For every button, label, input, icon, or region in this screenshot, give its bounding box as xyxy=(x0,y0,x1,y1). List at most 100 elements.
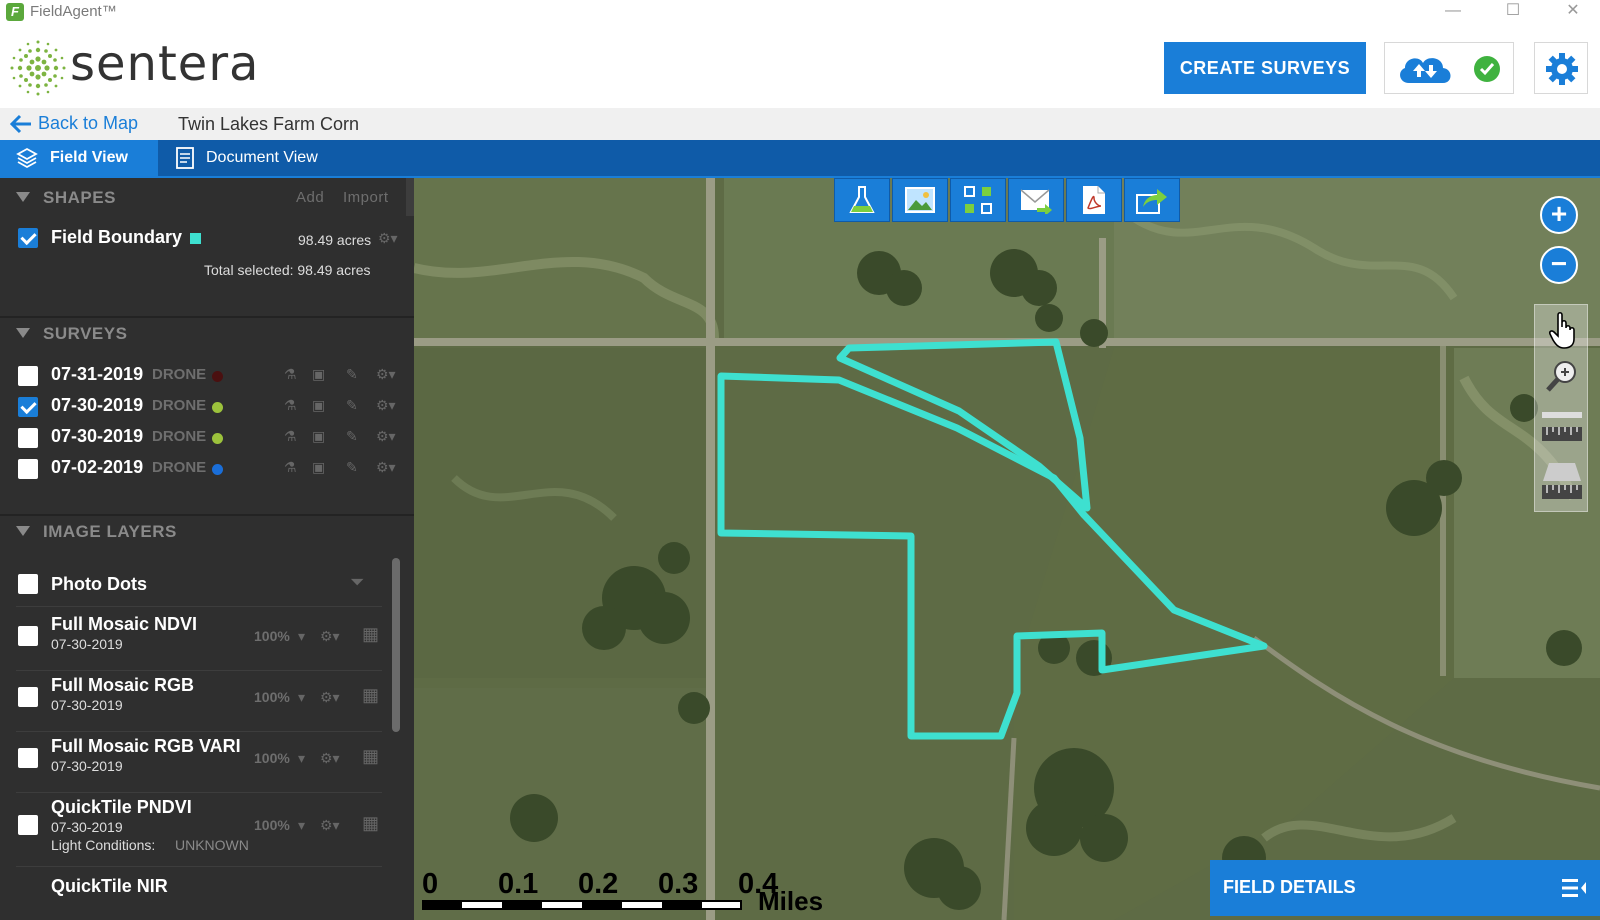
analysis-tool-button[interactable] xyxy=(834,178,890,222)
flask-icon[interactable]: ⚗ xyxy=(284,428,297,445)
survey-checkbox[interactable] xyxy=(18,397,38,417)
tab-document-view[interactable]: Document View xyxy=(176,140,346,176)
field-title: Twin Lakes Farm Corn xyxy=(178,114,360,134)
layer-gear-icon[interactable]: ⚙▾ xyxy=(320,817,340,834)
scale-ruler xyxy=(422,900,742,910)
image-icon[interactable]: ▣ xyxy=(312,366,325,383)
collapse-triangle-icon[interactable] xyxy=(16,526,30,536)
survey-gear-icon[interactable]: ⚙▾ xyxy=(376,397,396,414)
image-icon[interactable]: ▣ xyxy=(312,459,325,476)
shapes-import-button[interactable]: Import xyxy=(343,189,389,206)
survey-checkbox[interactable] xyxy=(18,428,38,448)
image-layer-row[interactable]: QuickTile PNDVI 07-30-2019 Light Conditi… xyxy=(0,797,400,863)
grid-icon[interactable]: ▦ xyxy=(362,685,379,706)
grid-icon[interactable]: ▦ xyxy=(362,813,379,834)
survey-row[interactable]: 07-30-2019 DRONE ⚗ ▣ ✎ ⚙▾ xyxy=(0,395,414,425)
create-surveys-button[interactable]: CREATE SURVEYS xyxy=(1164,42,1366,94)
image-layer-row[interactable]: Full Mosaic RGB VARI 07-30-2019 100% ▾ ⚙… xyxy=(0,736,400,794)
zoom-in-button[interactable]: + xyxy=(1540,196,1578,234)
chevron-down-icon[interactable]: ▾ xyxy=(298,628,305,645)
image-icon[interactable]: ▣ xyxy=(312,397,325,414)
field-details-panel-button[interactable]: FIELD DETAILS xyxy=(1210,860,1600,916)
edit-note-icon[interactable]: ✎ xyxy=(346,366,358,383)
layer-opacity-select[interactable]: 100% xyxy=(254,750,290,766)
zoom-magnifier-icon[interactable] xyxy=(1545,359,1579,393)
field-boundary-checkbox[interactable] xyxy=(18,228,38,248)
cloud-sync-icon[interactable] xyxy=(1395,51,1455,87)
compare-tool-button[interactable] xyxy=(950,178,1006,222)
ruler-icon[interactable] xyxy=(1541,411,1583,445)
sidebar-menu-button[interactable] xyxy=(406,178,414,216)
image-tool-button[interactable] xyxy=(892,178,948,222)
layer-checkbox[interactable] xyxy=(18,687,38,707)
survey-type: DRONE xyxy=(152,428,207,445)
surveys-section-header[interactable]: SURVEYS xyxy=(0,316,414,352)
scale-tick-label: 0.1 xyxy=(498,868,539,900)
layer-checkbox[interactable] xyxy=(18,815,38,835)
pdf-tool-button[interactable] xyxy=(1066,178,1122,222)
grid-compare-icon xyxy=(964,186,992,214)
chevron-down-icon[interactable]: ▾ xyxy=(298,689,305,706)
layer-gear-icon[interactable]: ⚙▾ xyxy=(320,750,340,767)
layer-gear-icon[interactable]: ⚙▾ xyxy=(320,628,340,645)
layer-opacity-select[interactable]: 100% xyxy=(254,817,290,833)
flask-icon[interactable]: ⚗ xyxy=(284,397,297,414)
field-boundary-gear-icon[interactable]: ⚙▾ xyxy=(378,230,398,247)
shapes-section-header[interactable]: SHAPES Add Import xyxy=(0,180,414,216)
grid-icon[interactable]: ▦ xyxy=(362,624,379,645)
pan-hand-icon[interactable] xyxy=(1548,309,1578,349)
image-layer-row[interactable]: Full Mosaic RGB 07-30-2019 100% ▾ ⚙▾ ▦ xyxy=(0,675,400,733)
image-layer-row[interactable]: Full Mosaic NDVI 07-30-2019 100% ▾ ⚙▾ ▦ xyxy=(0,614,400,672)
field-boundary-area: 98.49 acres xyxy=(298,232,372,248)
gear-icon xyxy=(1546,53,1578,85)
layer-opacity-select[interactable]: 100% xyxy=(254,689,290,705)
list-menu-icon xyxy=(1562,879,1586,897)
sidebar-scrollbar[interactable] xyxy=(392,558,400,732)
survey-checkbox[interactable] xyxy=(18,459,38,479)
survey-gear-icon[interactable]: ⚙▾ xyxy=(376,428,396,445)
filter-icon[interactable]: ⏷ xyxy=(350,572,364,593)
layer-opacity-select[interactable]: 100% xyxy=(254,628,290,644)
survey-row[interactable]: 07-02-2019 DRONE ⚗ ▣ ✎ ⚙▾ xyxy=(0,457,414,487)
boundary-color-swatch xyxy=(190,233,201,244)
shapes-add-button[interactable]: Add xyxy=(296,189,324,206)
image-layers-section-header[interactable]: IMAGE LAYERS xyxy=(0,514,414,550)
sync-status-panel[interactable] xyxy=(1384,42,1514,94)
minimize-button[interactable]: — xyxy=(1430,0,1476,24)
sentera-wordmark: sentera xyxy=(70,36,260,92)
image-icon[interactable]: ▣ xyxy=(312,428,325,445)
survey-row[interactable]: 07-30-2019 DRONE ⚗ ▣ ✎ ⚙▾ xyxy=(0,426,414,456)
survey-row[interactable]: 07-31-2019 DRONE ⚗ ▣ ✎ ⚙▾ xyxy=(0,364,414,394)
scale-tick-label: 0.2 xyxy=(578,868,619,900)
flask-icon[interactable]: ⚗ xyxy=(284,366,297,383)
layer-date: 07-30-2019 xyxy=(51,697,123,713)
chevron-down-icon[interactable]: ▾ xyxy=(298,817,305,834)
layer-date: 07-30-2019 xyxy=(51,758,123,774)
pdf-icon xyxy=(1083,186,1105,214)
satellite-map[interactable]: + − 0 0.1 0.2 0.3 0.4 Miles FIELD DETAIL… xyxy=(414,178,1600,920)
layer-checkbox[interactable] xyxy=(18,626,38,646)
layer-gear-icon[interactable]: ⚙▾ xyxy=(320,689,340,706)
settings-button[interactable] xyxy=(1534,42,1588,94)
area-measure-icon[interactable] xyxy=(1541,461,1583,501)
photo-dots-checkbox[interactable] xyxy=(18,574,38,594)
close-button[interactable]: ✕ xyxy=(1550,0,1596,24)
edit-note-icon[interactable]: ✎ xyxy=(346,459,358,476)
email-tool-button[interactable] xyxy=(1008,178,1064,222)
zoom-out-button[interactable]: − xyxy=(1540,246,1578,284)
tab-field-view[interactable]: Field View xyxy=(0,140,158,176)
survey-checkbox[interactable] xyxy=(18,366,38,386)
layer-checkbox[interactable] xyxy=(18,748,38,768)
maximize-button[interactable]: ☐ xyxy=(1490,0,1536,24)
back-to-map-link[interactable]: Back to Map xyxy=(10,113,138,134)
collapse-triangle-icon[interactable] xyxy=(16,328,30,338)
survey-gear-icon[interactable]: ⚙▾ xyxy=(376,366,396,383)
edit-note-icon[interactable]: ✎ xyxy=(346,397,358,414)
grid-icon[interactable]: ▦ xyxy=(362,746,379,767)
flask-icon[interactable]: ⚗ xyxy=(284,459,297,476)
collapse-triangle-icon[interactable] xyxy=(16,192,30,202)
share-tool-button[interactable] xyxy=(1124,178,1180,222)
survey-gear-icon[interactable]: ⚙▾ xyxy=(376,459,396,476)
chevron-down-icon[interactable]: ▾ xyxy=(298,750,305,767)
edit-note-icon[interactable]: ✎ xyxy=(346,428,358,445)
